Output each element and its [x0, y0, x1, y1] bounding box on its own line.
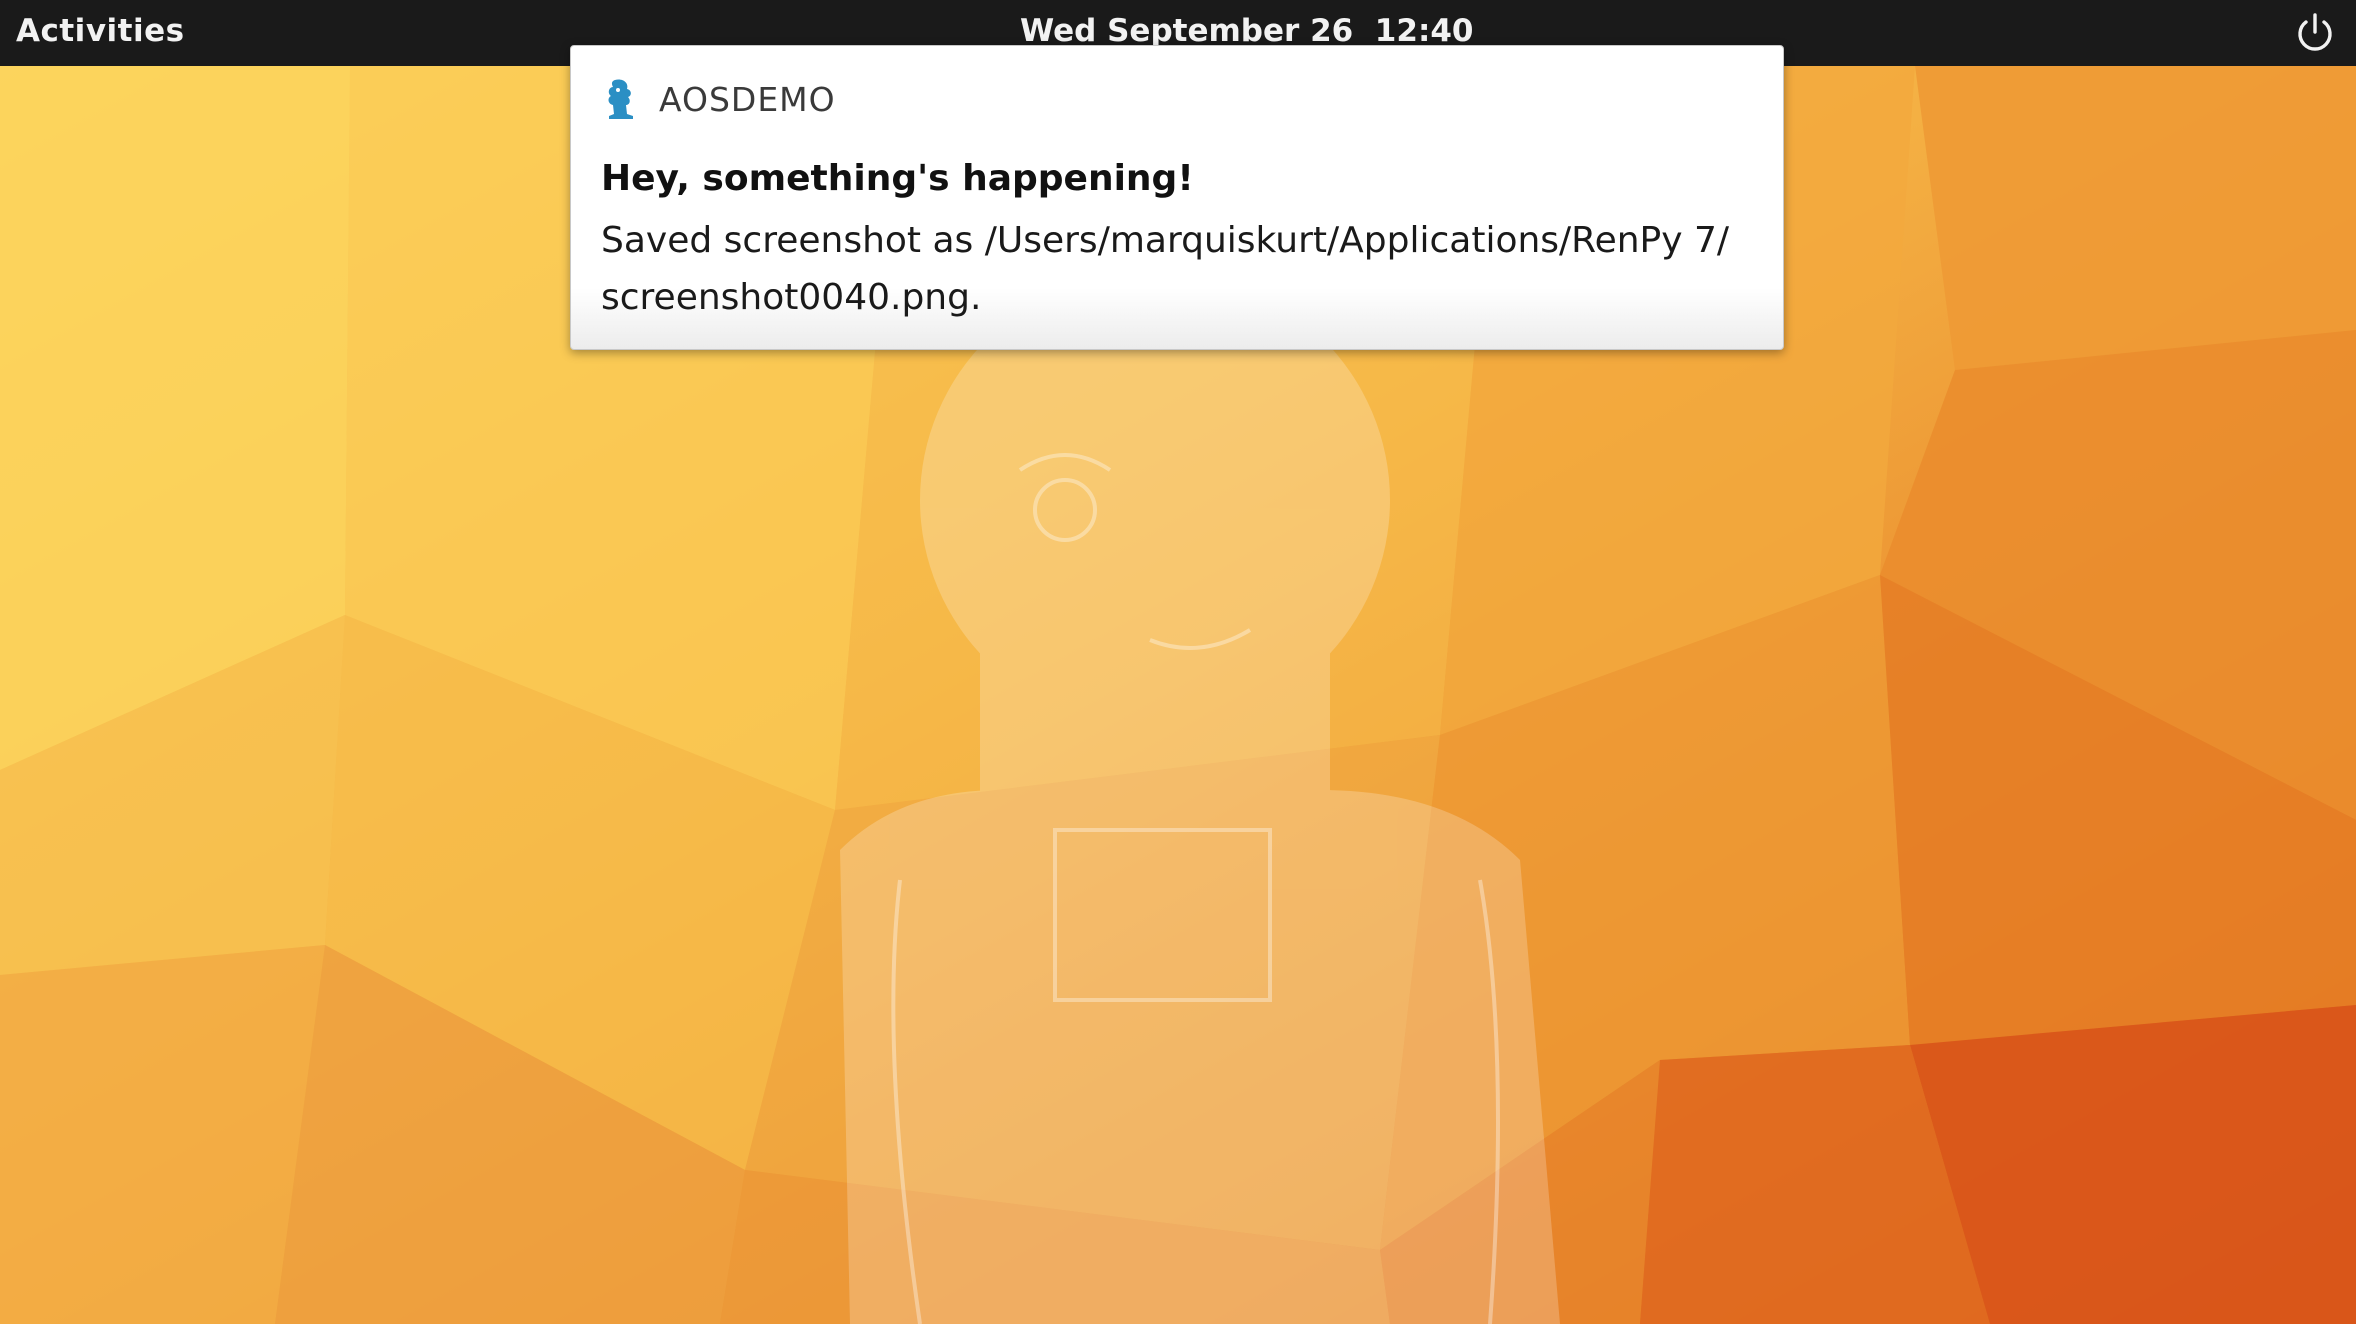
notification-body-line: screenshot0040.png. — [601, 277, 982, 318]
notification-body: Saved screenshot as /Users/marquiskurt/A… — [601, 212, 1761, 326]
notification-title: Hey, something's happening! — [601, 158, 1194, 199]
notification-app-name: AOSDEMO — [659, 80, 836, 119]
notification-banner[interactable]: AOSDEMO Hey, something's happening! Save… — [570, 45, 1784, 350]
power-icon[interactable] — [2292, 10, 2338, 56]
renpy-app-icon — [608, 79, 633, 119]
notification-body-line: Saved screenshot as /Users/marquiskurt/A… — [601, 220, 1730, 261]
desktop: Activities Wed September 26 12:40 AOSDEM… — [0, 0, 2356, 1324]
activities-button[interactable]: Activities — [16, 0, 185, 62]
